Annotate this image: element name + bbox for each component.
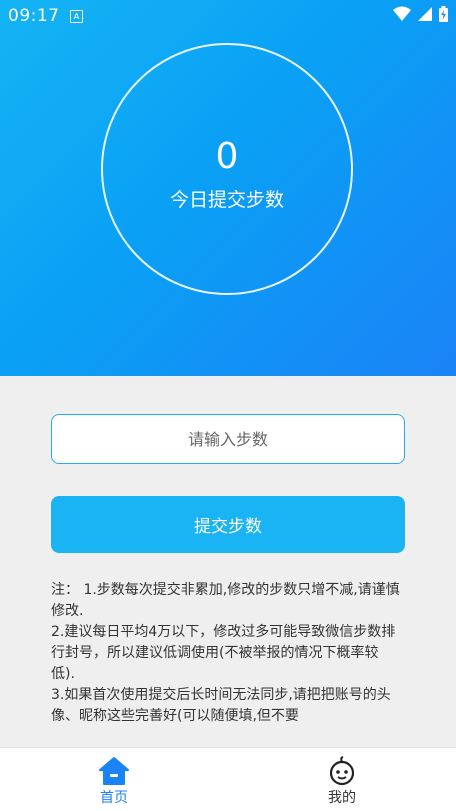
submit-steps-button[interactable]: 提交步数 (51, 496, 405, 553)
note-line: 注： 1.步数每次提交非累加,修改的步数只增不减,请谨慎修改. (51, 582, 400, 619)
step-count-label: 今日提交步数 (169, 189, 284, 211)
hero-section: 09:17 A 0 今日提交步数 (0, 0, 456, 376)
bottom-tab-bar: 首页 我的 (0, 747, 456, 811)
tab-home-label: 首页 (100, 790, 128, 806)
tab-home[interactable]: 首页 (54, 748, 174, 811)
note-line: 2.建议每日平均4万以下，修改过多可能导致微信步数排行封号，所以建议低调使用(不… (51, 624, 396, 682)
step-input[interactable] (51, 414, 405, 464)
signal-icon (418, 7, 432, 21)
notes-text: 注： 1.步数每次提交非累加,修改的步数只增不减,请谨慎修改. 2.建议每日平均… (51, 580, 401, 727)
wifi-icon (393, 6, 411, 21)
notification-icon: A (70, 10, 83, 23)
home-icon (99, 757, 129, 785)
profile-face-icon (329, 756, 355, 786)
step-count-value: 0 (215, 136, 239, 177)
status-time: 09:17 (8, 6, 60, 26)
status-icons (393, 6, 448, 22)
battery-icon (439, 6, 448, 22)
status-bar: 09:17 A (0, 0, 456, 32)
tab-mine[interactable]: 我的 (282, 748, 402, 811)
note-line: 3.如果首次使用提交后长时间无法同步,请把把账号的头像、昵称这些完善好(可以随便… (51, 687, 391, 724)
tab-mine-label: 我的 (328, 790, 356, 806)
step-count-circle: 0 今日提交步数 (101, 43, 353, 295)
